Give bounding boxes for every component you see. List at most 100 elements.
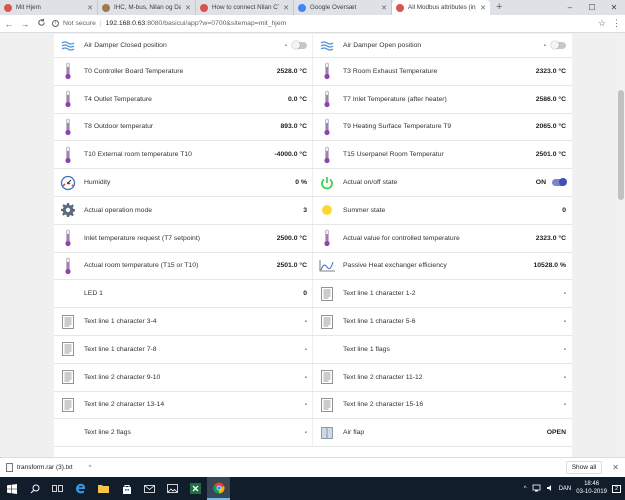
close-tab-icon[interactable]: ✕ (87, 4, 93, 12)
search-icon[interactable] (23, 477, 46, 500)
sitemap-row: Actual value for controlled temperature 2… (313, 225, 572, 253)
tray-arrow-icon[interactable]: ^ (524, 486, 527, 492)
browser-tab[interactable]: Google Oversæt ✕ (294, 0, 392, 15)
row-value: 0.0 °C (288, 95, 307, 103)
info-icon[interactable]: i (52, 20, 59, 27)
thermometer-icon (58, 256, 78, 276)
close-tab-icon[interactable]: ✕ (283, 4, 289, 12)
mail-icon[interactable] (138, 477, 161, 500)
scrollbar-thumb[interactable] (618, 90, 624, 200)
browser-tab[interactable]: Mit Hjem ✕ (0, 0, 98, 15)
sitemap-row: T3 Room Exhaust Temperature 2323.0 °C (313, 58, 572, 86)
row-value: - (304, 429, 307, 437)
back-icon[interactable]: ← (4, 19, 14, 29)
explorer-icon[interactable] (92, 477, 115, 500)
row-value: 2528.0 °C (276, 67, 307, 75)
forward-icon[interactable]: → (20, 19, 30, 29)
close-window-icon[interactable]: ✕ (603, 3, 625, 12)
excel-icon[interactable] (184, 477, 207, 500)
sitemap-row: Humidity 0 % (54, 169, 313, 197)
new-tab-button[interactable]: + (490, 0, 508, 15)
page-viewport[interactable]: Air Damper Closed position - Air Damper Op… (0, 34, 625, 457)
text-icon (58, 395, 78, 415)
browser-tab[interactable]: IHC, M-bus, Nilan og Da ✕ (98, 0, 196, 15)
sitemap-row[interactable]: Actual on/off state ON (313, 169, 572, 197)
close-tab-icon[interactable]: ✕ (480, 4, 486, 12)
favicon-icon (4, 3, 12, 12)
page-scrollbar[interactable] (617, 34, 625, 457)
address-separator: | (99, 20, 102, 27)
humidity-gauge-icon (58, 173, 78, 193)
clock-date: 03-10-2019 (576, 488, 607, 495)
row-label: T0 Controller Board Temperature (84, 67, 184, 75)
sitemap-row: Text line 2 flags - (54, 419, 313, 448)
photos-icon[interactable] (161, 477, 184, 500)
sun-icon (317, 200, 337, 220)
sitemap-row: Text line 1 character 3-4 - (54, 308, 313, 336)
task-view-icon[interactable] (46, 477, 69, 500)
favicon-icon (200, 3, 208, 12)
row-value: - (563, 345, 566, 353)
row-value: 10528.0 % (533, 262, 566, 270)
sitemap-row: T8 Outdoor temperatur 893.0 °C (54, 113, 313, 142)
address-bar[interactable]: i Not secure | 192.168.0.63:8080/basicui… (52, 17, 592, 30)
show-all-button[interactable]: Show all (565, 461, 603, 474)
volume-icon[interactable] (546, 484, 554, 494)
notifications-icon[interactable]: 2 (611, 484, 621, 493)
switch-control[interactable]: - (544, 41, 566, 49)
switch-control[interactable]: - (285, 41, 307, 49)
air-icon (317, 36, 337, 56)
clock[interactable]: 18:46 03-10-2019 (576, 481, 607, 496)
sitemap-row: LED 1 0 (54, 280, 313, 309)
row-value: -4000.0 °C (274, 151, 307, 159)
row-label: Text line 1 character 3-4 (84, 318, 157, 326)
row-label: Text line 1 character 5-6 (343, 318, 416, 326)
toggle-switch[interactable] (292, 41, 307, 49)
row-value: 2500.0 °C (276, 234, 307, 242)
browser-tab[interactable]: How to connect Nilan CTS6 ✕ (196, 0, 294, 15)
thermometer-icon (317, 145, 337, 165)
row-value: 2323.0 °C (535, 234, 566, 242)
row-value: - (304, 401, 307, 409)
chrome-icon[interactable] (207, 477, 230, 500)
windows-icon[interactable] (0, 477, 23, 500)
download-options-icon[interactable]: ^ (89, 465, 92, 471)
url-text[interactable]: 192.168.0.63:8080/basicui/app?w=0700&sit… (106, 20, 287, 27)
row-value: 893.0 °C (280, 123, 307, 131)
close-tab-icon[interactable]: ✕ (381, 4, 387, 12)
download-file-name[interactable]: transform.rar (3).txt (17, 464, 73, 471)
download-shelf: transform.rar (3).txt ^ Show all ✕ (0, 457, 625, 477)
minimize-icon[interactable]: – (559, 3, 581, 12)
thermometer-icon (317, 89, 337, 109)
row-value: - (304, 373, 307, 381)
row-label: Text line 2 character 11-12 (343, 373, 423, 381)
window-icon (317, 423, 337, 443)
close-shelf-icon[interactable]: ✕ (612, 463, 619, 472)
row-label: Air flap (343, 429, 365, 437)
favicon-icon (298, 3, 306, 12)
toggle-switch[interactable] (551, 41, 566, 49)
sitemap-row: Text line 2 character 13-14 - (54, 391, 313, 420)
browser-tab[interactable]: All Modbus attributes (inp ✕ (392, 0, 490, 15)
sitemap-row[interactable]: Air Damper Open position - (313, 34, 572, 58)
maximize-icon[interactable]: ☐ (581, 3, 603, 12)
sitemap-row: Text line 2 character 11-12 - (313, 364, 572, 392)
edge-icon[interactable] (69, 477, 92, 500)
store-icon[interactable] (115, 477, 138, 500)
close-tab-icon[interactable]: ✕ (185, 4, 191, 12)
sitemap-row: Text line 1 character 1-2 - (313, 280, 572, 309)
sitemap-row: T9 Heating Surface Temperature T9 2065.0 … (313, 114, 572, 142)
row-value: 0 (562, 206, 566, 214)
switch-control[interactable]: ON (536, 178, 567, 187)
language-indicator[interactable]: DAN (559, 486, 572, 492)
sitemap-row[interactable]: Air Damper Closed position - (54, 34, 313, 58)
reload-icon[interactable] (36, 18, 46, 29)
browser-menu-icon[interactable]: ⋮ (612, 18, 621, 29)
row-value: 3 (303, 206, 307, 214)
row-label: Text line 2 flags (84, 429, 131, 437)
bookmark-star-icon[interactable]: ☆ (598, 18, 606, 29)
text-icon (58, 367, 78, 387)
sitemap-row: Text line 1 character 7-8 - (54, 335, 313, 364)
network-icon[interactable] (532, 484, 541, 494)
toggle-switch[interactable] (552, 178, 567, 187)
